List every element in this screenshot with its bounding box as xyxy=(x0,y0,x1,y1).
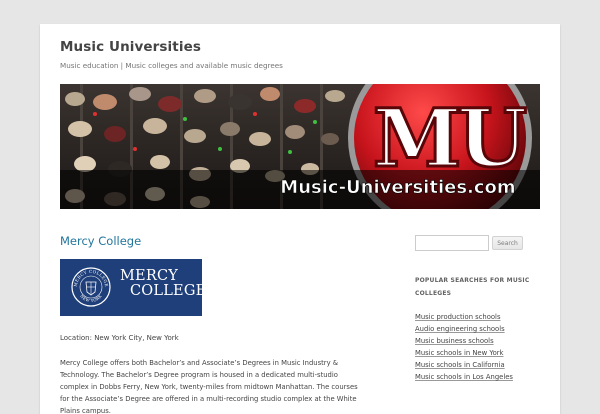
college-seal-icon: MERCY COLLEGE NEW YORK xyxy=(71,267,111,307)
popular-search-link[interactable]: Music business schools xyxy=(415,337,494,345)
site-description: Music education | Music colleges and ava… xyxy=(60,61,283,70)
popular-search-link[interactable]: Music schools in Los Angeles xyxy=(415,373,513,381)
search-button[interactable]: Search xyxy=(492,236,523,250)
college-logo-text: MERCY COLLEGE xyxy=(120,268,207,299)
popular-search-link[interactable]: Music schools in California xyxy=(415,361,505,369)
site-title[interactable]: Music Universities xyxy=(60,39,201,55)
search-input[interactable] xyxy=(415,235,489,251)
page-container: Music Universities Music education | Mus… xyxy=(40,24,560,414)
post-paragraph: Mercy College offers both Bachelor’s and… xyxy=(60,359,358,414)
list-item: Audio engineering schools xyxy=(415,323,513,335)
mercy-college-logo: MERCY COLLEGE NEW YORK MERCY COLLEGE xyxy=(60,259,207,316)
list-item: Music schools in New York xyxy=(415,347,513,359)
logo-line-1: MERCY xyxy=(120,268,179,284)
list-item: Music business schools xyxy=(415,335,513,347)
popular-search-link[interactable]: Music schools in New York xyxy=(415,349,503,357)
header-banner[interactable]: MU Music-Universities.com xyxy=(60,84,540,209)
post-body: Mercy College offers both Bachelor’s and… xyxy=(60,357,362,414)
popular-search-link[interactable]: Music production schools xyxy=(415,313,501,321)
popular-searches-title: POPULAR SEARCHES FOR MUSIC COLLEGES xyxy=(415,277,530,297)
banner-domain-text: Music-Universities.com xyxy=(280,177,515,198)
popular-searches-list: Music production schools Audio engineeri… xyxy=(415,311,513,383)
logo-line-2: COLLEGE xyxy=(130,283,207,299)
list-item: Music schools in California xyxy=(415,359,513,371)
post-location: Location: New York City, New York xyxy=(60,334,179,342)
post-title[interactable]: Mercy College xyxy=(60,234,141,248)
popular-search-link[interactable]: Audio engineering schools xyxy=(415,325,505,333)
list-item: Music schools in Los Angeles xyxy=(415,371,513,383)
mu-logo-letters: MU xyxy=(373,91,527,185)
list-item: Music production schools xyxy=(415,311,513,323)
